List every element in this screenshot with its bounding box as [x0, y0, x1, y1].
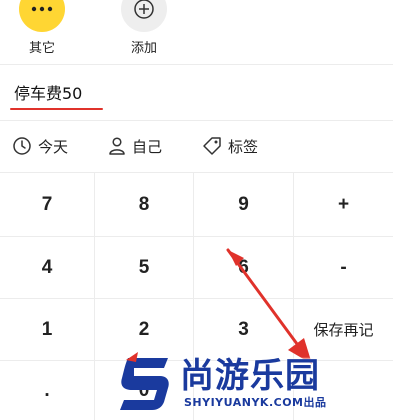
more-dots-icon [19, 0, 65, 32]
key-9[interactable]: 9 [194, 173, 294, 237]
member-label: 自己 [132, 137, 163, 156]
key-3[interactable]: 3 [194, 299, 294, 361]
divider [0, 120, 393, 121]
tag-label: 标签 [228, 137, 259, 156]
save-and-continue-button[interactable]: 保存再记 [294, 299, 393, 361]
date-selector[interactable]: 今天 [12, 134, 68, 158]
category-add[interactable]: 添加 [114, 0, 174, 56]
key-blank[interactable] [294, 361, 393, 420]
note-underline [10, 108, 103, 110]
divider [0, 64, 393, 65]
add-icon [121, 0, 167, 32]
key-0[interactable]: 0 [95, 361, 194, 420]
category-label: 其它 [28, 41, 55, 56]
key-minus[interactable]: - [294, 237, 393, 299]
key-4[interactable]: 4 [0, 237, 95, 299]
key-1[interactable]: 1 [0, 299, 95, 361]
note-input[interactable]: 停车费50 [14, 80, 82, 104]
key-6[interactable]: 6 [194, 237, 294, 299]
person-icon [109, 137, 125, 155]
key-dot[interactable]: . [0, 361, 95, 420]
number-keypad: 7 8 9 + 4 5 6 - 1 2 3 保存再记 . 0 [0, 172, 393, 420]
key-8[interactable]: 8 [95, 173, 194, 237]
tag-icon [203, 137, 221, 155]
key-5[interactable]: 5 [95, 237, 194, 299]
key-7[interactable]: 7 [0, 173, 95, 237]
category-other[interactable]: 其它 [12, 0, 72, 56]
tag-selector[interactable]: 标签 [202, 134, 258, 158]
category-label: 添加 [130, 41, 157, 56]
key-2[interactable]: 2 [95, 299, 194, 361]
date-label: 今天 [38, 137, 69, 156]
key-blank[interactable] [194, 361, 294, 420]
key-plus[interactable]: + [294, 173, 393, 237]
member-selector[interactable]: 自己 [108, 134, 162, 158]
clock-icon [13, 137, 31, 155]
